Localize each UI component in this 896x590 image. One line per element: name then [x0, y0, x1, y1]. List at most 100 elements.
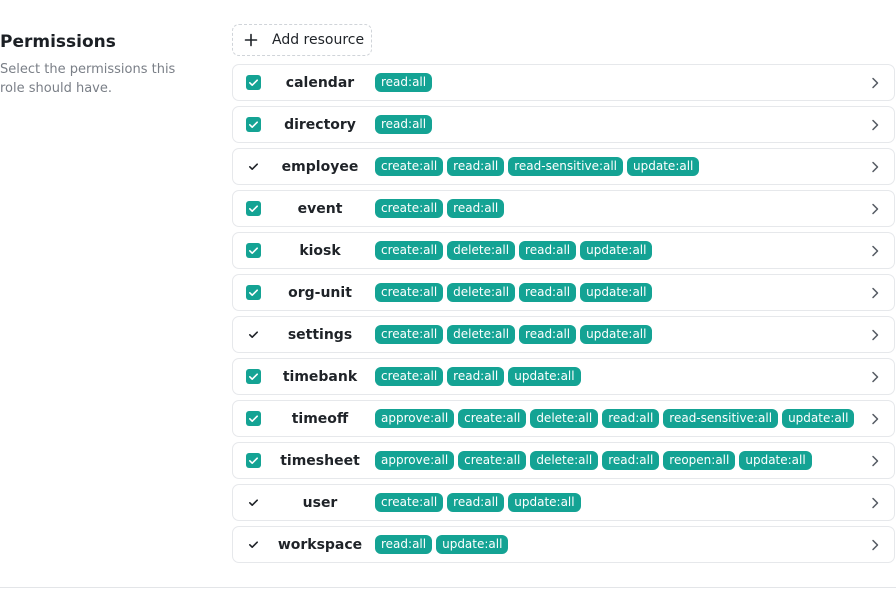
permission-tag: read:all	[375, 115, 433, 134]
resource-name: user	[302, 495, 338, 511]
permission-tag: update:all	[580, 283, 653, 302]
permission-tag: read:all	[602, 451, 660, 470]
permission-tag: create:all	[375, 367, 444, 386]
permission-tag: read:all	[375, 535, 433, 554]
chevron-right-icon[interactable]	[869, 538, 881, 552]
chevron-right-icon[interactable]	[869, 412, 881, 426]
chevron-right-icon[interactable]	[869, 76, 881, 90]
permission-tag: update:all	[627, 157, 700, 176]
chevron-right-icon[interactable]	[869, 118, 881, 132]
resource-row-workspace[interactable]: workspace read:all update:all	[232, 526, 895, 563]
resource-name: directory	[284, 117, 356, 133]
resource-row-event[interactable]: event create:all read:all	[232, 190, 895, 227]
permission-tag: create:all	[458, 409, 527, 428]
resource-checkbox[interactable]	[246, 327, 261, 342]
resource-name: settings	[287, 327, 353, 343]
resource-row-settings[interactable]: settings create:all delete:all read:all upda…	[232, 316, 895, 353]
resource-name: timeoff	[291, 411, 349, 427]
resource-checkbox[interactable]	[246, 243, 261, 258]
permission-tag: update:all	[580, 325, 653, 344]
check-icon	[249, 457, 258, 464]
check-icon	[249, 541, 258, 548]
resource-row-timebank[interactable]: timebank create:all read:all update:all	[232, 358, 895, 395]
resource-checkbox[interactable]	[246, 159, 261, 174]
permission-tag: read:all	[519, 283, 577, 302]
chevron-right-icon[interactable]	[869, 202, 881, 216]
resource-checkbox[interactable]	[246, 201, 261, 216]
permission-tag: create:all	[375, 325, 444, 344]
resource-list: calendar read:all directory read:all employe…	[232, 64, 895, 568]
check-icon	[249, 205, 258, 212]
resource-name: employee	[281, 159, 359, 175]
permission-tag: update:all	[508, 367, 581, 386]
chevron-right-icon[interactable]	[869, 454, 881, 468]
resource-checkbox[interactable]	[246, 285, 261, 300]
chevron-right-icon[interactable]	[869, 370, 881, 384]
permission-tag: create:all	[375, 199, 444, 218]
check-icon	[249, 121, 258, 128]
check-icon	[249, 331, 258, 338]
resource-row-employee[interactable]: employee create:all read:all read-sensitive…	[232, 148, 895, 185]
resource-row-directory[interactable]: directory read:all	[232, 106, 895, 143]
permission-tag: approve:all	[375, 409, 455, 428]
resource-checkbox[interactable]	[246, 453, 261, 468]
permission-tag: read:all	[519, 241, 577, 260]
permission-tag: update:all	[580, 241, 653, 260]
resource-name: org-unit	[288, 285, 352, 301]
resource-checkbox[interactable]	[246, 117, 261, 132]
resource-checkbox[interactable]	[246, 75, 261, 90]
permission-tags: create:all delete:all read:all update:all	[375, 325, 653, 344]
add-resource-button[interactable]: Add resource	[232, 24, 372, 56]
resource-row-calendar[interactable]: calendar read:all	[232, 64, 895, 101]
permission-tags: approve:all create:all delete:all read:all r…	[375, 409, 855, 428]
permission-tag: read:all	[602, 409, 660, 428]
check-icon	[249, 289, 258, 296]
chevron-right-icon[interactable]	[869, 328, 881, 342]
resource-name: timesheet	[280, 453, 360, 469]
permission-tags: create:all read:all update:all	[375, 367, 581, 386]
resource-name: timebank	[282, 369, 358, 385]
check-icon	[249, 373, 258, 380]
resource-checkbox[interactable]	[246, 537, 261, 552]
resource-checkbox[interactable]	[246, 411, 261, 426]
permission-tag: create:all	[375, 241, 444, 260]
resource-row-timeoff[interactable]: timeoff approve:all create:all delete:all re…	[232, 400, 895, 437]
section-description: Select the permissions this role should …	[0, 62, 176, 96]
permission-tags: create:all read:all update:all	[375, 493, 581, 512]
permission-tag: read:all	[447, 367, 505, 386]
permission-tags: create:all delete:all read:all update:all	[375, 241, 653, 260]
permission-tag: read:all	[375, 73, 433, 92]
permission-tags: read:all	[375, 73, 433, 92]
permission-tags: create:all read:all	[375, 199, 505, 218]
check-icon	[249, 247, 258, 254]
permission-tag: create:all	[375, 283, 444, 302]
chevron-right-icon[interactable]	[869, 496, 881, 510]
permission-tag: delete:all	[447, 283, 516, 302]
permission-tag: read:all	[447, 157, 505, 176]
resource-name: calendar	[285, 75, 355, 91]
check-icon	[249, 163, 258, 170]
chevron-right-icon[interactable]	[869, 286, 881, 300]
permission-tags: create:all read:all read-sensitive:all upda…	[375, 157, 700, 176]
permission-tag: delete:all	[530, 451, 599, 470]
permission-tag: read:all	[519, 325, 577, 344]
permission-tag: delete:all	[447, 241, 516, 260]
resource-checkbox[interactable]	[246, 369, 261, 384]
check-icon	[249, 79, 258, 86]
chevron-right-icon[interactable]	[869, 244, 881, 258]
chevron-right-icon[interactable]	[869, 160, 881, 174]
permission-tags: create:all delete:all read:all update:all	[375, 283, 653, 302]
permission-tags: read:all update:all	[375, 535, 509, 554]
resource-row-user[interactable]: user create:all read:all update:all	[232, 484, 895, 521]
resource-checkbox[interactable]	[246, 495, 261, 510]
permission-tag: create:all	[458, 451, 527, 470]
resource-row-kiosk[interactable]: kiosk create:all delete:all read:all update:…	[232, 232, 895, 269]
resource-row-org-unit[interactable]: org-unit create:all delete:all read:all upda…	[232, 274, 895, 311]
add-resource-label: Add resource	[272, 32, 365, 48]
permission-tag: reopen:all	[663, 451, 736, 470]
permission-tags: read:all	[375, 115, 433, 134]
permission-tag: update:all	[436, 535, 509, 554]
permission-tag: update:all	[739, 451, 812, 470]
check-icon	[249, 499, 258, 506]
resource-row-timesheet[interactable]: timesheet approve:all create:all delete:all…	[232, 442, 895, 479]
